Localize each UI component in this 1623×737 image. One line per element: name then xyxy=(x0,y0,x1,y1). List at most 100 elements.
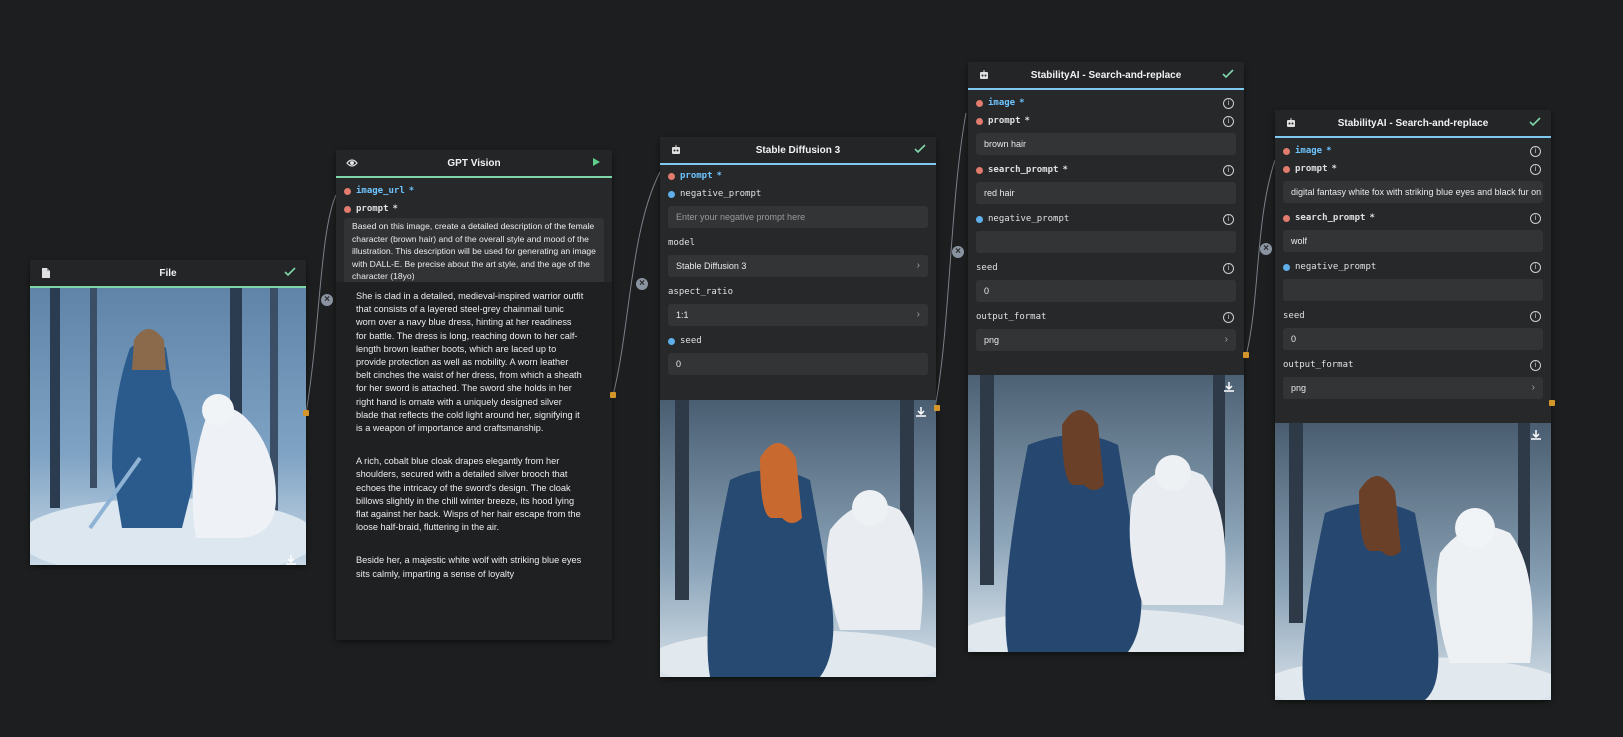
sd3-node-title: Stable Diffusion 3 xyxy=(755,144,841,156)
required-marker: * xyxy=(392,204,398,214)
play-icon[interactable] xyxy=(590,156,602,168)
sr2-prompt-label: prompt xyxy=(1295,164,1328,174)
sd3-negative-dot xyxy=(668,190,675,198)
sr1-search-input[interactable]: red hair xyxy=(976,182,1236,204)
info-icon[interactable]: i xyxy=(1530,164,1541,175)
sr1-negative-input[interactable] xyxy=(976,231,1236,253)
search-replace-node-2[interactable]: StabilityAI - Search-and-replace image *… xyxy=(1275,110,1551,700)
sr2-seed-input[interactable]: 0 xyxy=(1283,328,1543,350)
sr1-seed-field: seed i xyxy=(968,259,1244,277)
sr2-image-field[interactable]: image * i xyxy=(1275,142,1551,160)
sr1-output-port[interactable] xyxy=(1243,352,1249,358)
sr2-seed-label: seed xyxy=(1283,311,1305,321)
sr1-negative-field[interactable]: negative_prompt i xyxy=(968,210,1244,228)
sr1-prompt-field[interactable]: prompt * i xyxy=(968,112,1244,130)
disconnect-icon[interactable]: × xyxy=(952,246,964,258)
info-icon[interactable]: i xyxy=(1530,146,1541,157)
sd3-aspect-select[interactable]: 1:1 › xyxy=(668,304,928,326)
required-marker: * xyxy=(1024,116,1030,126)
info-icon[interactable]: i xyxy=(1223,116,1234,127)
sr1-search-field[interactable]: search_prompt * i xyxy=(968,161,1244,179)
sr2-format-select[interactable]: png › xyxy=(1283,377,1543,399)
gpt-output-port[interactable] xyxy=(610,392,616,398)
gpt-vision-node[interactable]: GPT Vision image_url * prompt * Based on… xyxy=(336,150,612,640)
sr2-format-label: output_format xyxy=(1283,360,1354,370)
sr2-node-header[interactable]: StabilityAI - Search-and-replace xyxy=(1275,110,1551,138)
file-output-port[interactable] xyxy=(303,410,309,416)
sd3-prompt-field[interactable]: prompt * xyxy=(660,167,936,185)
sr2-prompt-input[interactable]: digital fantasy white fox with striking … xyxy=(1283,181,1543,203)
sr2-search-field[interactable]: search_prompt * i xyxy=(1275,209,1551,227)
sr2-output-port[interactable] xyxy=(1549,400,1555,406)
chevron-right-icon: › xyxy=(916,260,920,271)
sr2-negative-field[interactable]: negative_prompt i xyxy=(1275,258,1551,276)
disconnect-icon[interactable]: × xyxy=(636,278,648,290)
disconnect-icon[interactable]: × xyxy=(321,294,333,306)
sr2-search-input[interactable]: wolf xyxy=(1283,230,1543,252)
chevron-right-icon: › xyxy=(1531,382,1535,393)
file-node[interactable]: File xyxy=(30,260,306,565)
stable-diffusion-node[interactable]: Stable Diffusion 3 prompt * negative_pro… xyxy=(660,137,936,677)
sr1-seed-input[interactable]: 0 xyxy=(976,280,1236,302)
sr1-format-select[interactable]: png › xyxy=(976,329,1236,351)
info-icon[interactable]: i xyxy=(1530,311,1541,322)
sr1-search-dot xyxy=(976,166,983,174)
sr1-image-field[interactable]: image * i xyxy=(968,94,1244,112)
gpt-node-title: GPT Vision xyxy=(447,157,501,169)
robot-icon xyxy=(980,70,988,79)
sd3-model-label: model xyxy=(668,238,696,248)
file-node-title: File xyxy=(159,267,177,279)
required-marker: * xyxy=(716,171,722,181)
download-icon[interactable] xyxy=(1222,380,1236,394)
info-icon[interactable]: i xyxy=(1223,312,1234,323)
sr1-node-header[interactable]: StabilityAI - Search-and-replace xyxy=(968,62,1244,90)
info-icon[interactable]: i xyxy=(1223,165,1234,176)
sr1-negative-dot xyxy=(976,215,983,223)
info-icon[interactable]: i xyxy=(1223,214,1234,225)
search-replace-node-1[interactable]: StabilityAI - Search-and-replace image *… xyxy=(968,62,1244,652)
sr2-image-dot xyxy=(1283,147,1290,155)
info-icon[interactable]: i xyxy=(1530,213,1541,224)
eye-icon xyxy=(346,159,358,167)
sd3-seed-field[interactable]: seed xyxy=(660,332,936,350)
image-url-field[interactable]: image_url * xyxy=(336,182,612,200)
sr1-format-value: png xyxy=(984,335,1000,345)
sr2-prompt-dot xyxy=(1283,165,1290,173)
sd3-aspect-field: aspect_ratio xyxy=(660,283,936,301)
gpt-prompt-field[interactable]: prompt * xyxy=(336,200,612,218)
check-icon xyxy=(1529,117,1541,127)
sd3-output-port[interactable] xyxy=(934,405,940,411)
gpt-output-paragraph: She is clad in a detailed, medieval-insp… xyxy=(356,291,584,434)
sd3-seed-input[interactable]: 0 xyxy=(668,353,928,375)
file-node-header[interactable]: File xyxy=(30,260,306,288)
disconnect-icon[interactable]: × xyxy=(1260,243,1272,255)
info-icon[interactable]: i xyxy=(1530,360,1541,371)
sd3-aspect-value: 1:1 xyxy=(676,310,689,320)
sr2-negative-input[interactable] xyxy=(1283,279,1543,301)
gpt-node-header[interactable]: GPT Vision xyxy=(336,150,612,178)
sd3-model-field: model xyxy=(660,234,936,252)
sr1-prompt-dot xyxy=(976,117,983,125)
required-marker: * xyxy=(1326,146,1332,156)
sd3-output-image xyxy=(660,400,936,677)
sd3-node-header[interactable]: Stable Diffusion 3 xyxy=(660,137,936,165)
sr2-seed-field: seed i xyxy=(1275,307,1551,325)
info-icon[interactable]: i xyxy=(1223,263,1234,274)
sd3-negative-input[interactable]: Enter your negative prompt here xyxy=(668,206,928,228)
sr1-format-field: output_format i xyxy=(968,308,1244,326)
gpt-output-text: She is clad in a detailed, medieval-insp… xyxy=(356,290,584,601)
required-marker: * xyxy=(1331,164,1337,174)
download-icon[interactable] xyxy=(1529,428,1543,442)
sd3-negative-field[interactable]: negative_prompt xyxy=(660,185,936,203)
sr1-prompt-label: prompt xyxy=(988,116,1021,126)
info-icon[interactable]: i xyxy=(1530,262,1541,273)
info-icon[interactable]: i xyxy=(1223,98,1234,109)
gpt-prompt-textarea[interactable]: Based on this image, create a detailed d… xyxy=(344,218,604,288)
download-icon[interactable] xyxy=(914,405,928,419)
file-icon xyxy=(42,268,50,278)
sr2-prompt-field[interactable]: prompt * i xyxy=(1275,160,1551,178)
sd3-model-select[interactable]: Stable Diffusion 3 › xyxy=(668,255,928,277)
sr1-prompt-input[interactable]: brown hair xyxy=(976,133,1236,155)
sr2-search-dot xyxy=(1283,214,1290,222)
download-icon[interactable] xyxy=(284,553,298,567)
